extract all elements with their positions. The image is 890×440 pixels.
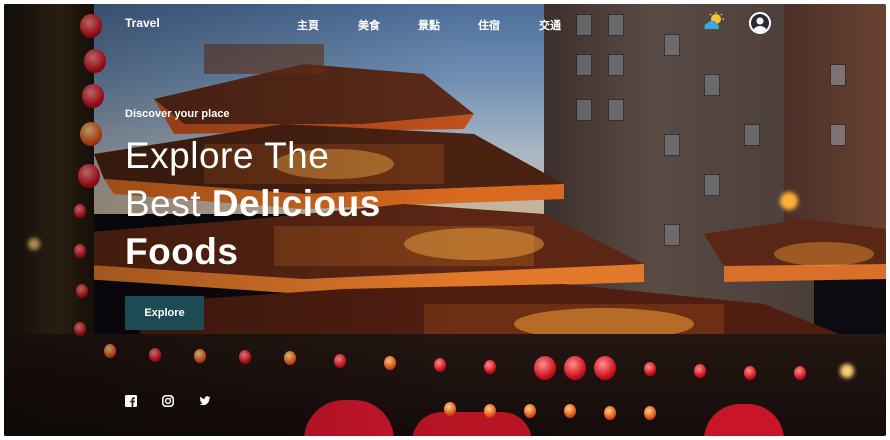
twitter-icon[interactable]: [199, 394, 211, 406]
hero-headline: Explore The Best Delicious Foods: [125, 132, 381, 276]
headline-bold-word: Delicious: [211, 183, 381, 224]
partly-cloudy-icon[interactable]: [702, 12, 726, 32]
headline-line-3: Foods: [125, 228, 381, 276]
brand-logo[interactable]: Travel: [125, 16, 160, 30]
nav-home[interactable]: 主頁: [297, 17, 319, 33]
hero-frame: Travel 主頁 美食 景點 住宿 交通 Discover your plac…: [4, 4, 886, 436]
headline-bold-word-2: Foods: [125, 231, 239, 272]
facebook-icon[interactable]: [125, 394, 137, 407]
nav-food[interactable]: 美食: [358, 17, 380, 33]
user-avatar-icon[interactable]: [749, 12, 771, 34]
instagram-icon[interactable]: [162, 394, 174, 407]
headline-line-2: Best Delicious: [125, 180, 381, 228]
explore-button[interactable]: Explore: [125, 296, 204, 330]
headline-light-word: Best: [125, 183, 212, 224]
nav-transport[interactable]: 交通: [539, 17, 561, 33]
nav-attractions[interactable]: 景點: [418, 17, 440, 33]
nav-lodging[interactable]: 住宿: [478, 17, 500, 33]
hero-eyebrow: Discover your place: [125, 108, 230, 120]
headline-line-1: Explore The: [125, 135, 330, 176]
